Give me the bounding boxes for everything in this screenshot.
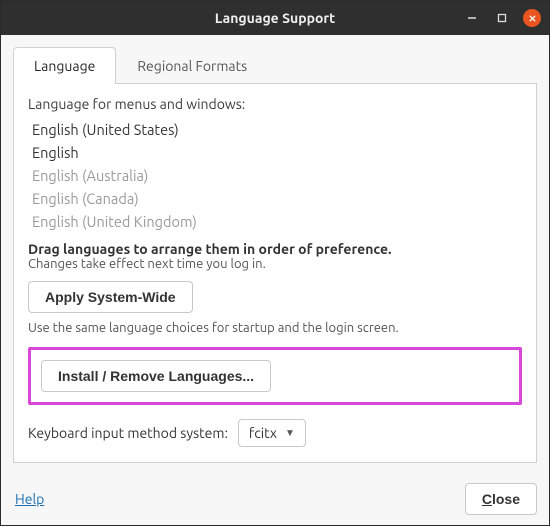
tab-language[interactable]: Language	[13, 47, 116, 84]
tab-bar: Language Regional Formats	[13, 47, 537, 84]
close-dialog-button[interactable]: Close	[465, 483, 537, 515]
help-link[interactable]: Help	[15, 491, 44, 507]
window-title: Language Support	[215, 10, 335, 26]
keyboard-input-row: Keyboard input method system: fcitx ▼	[28, 419, 522, 447]
window: Language Support Language Regional Forma…	[0, 0, 550, 526]
titlebar: Language Support	[1, 1, 549, 35]
list-item[interactable]: English (Australia)	[28, 164, 522, 187]
install-remove-languages-button[interactable]: Install / Remove Languages...	[41, 360, 271, 392]
keyboard-input-label: Keyboard input method system:	[28, 425, 228, 441]
tab-panel-language: Language for menus and windows: English …	[13, 84, 537, 463]
keyboard-input-value: fcitx	[249, 425, 277, 441]
window-controls	[463, 1, 541, 35]
dialog-footer: Help Close	[1, 473, 549, 525]
apply-system-wide-button[interactable]: Apply System-Wide	[28, 281, 193, 313]
drag-hint: Drag languages to arrange them in order …	[28, 241, 522, 257]
login-hint: Changes take effect next time you log in…	[28, 257, 522, 271]
chevron-down-icon: ▼	[285, 427, 295, 439]
language-list[interactable]: English (United States) English English …	[28, 118, 522, 233]
install-remove-highlight: Install / Remove Languages...	[28, 347, 522, 405]
tab-regional-formats[interactable]: Regional Formats	[116, 47, 268, 84]
list-item[interactable]: English (United Kingdom)	[28, 210, 522, 233]
list-item[interactable]: English	[28, 141, 522, 164]
maximize-button[interactable]	[493, 9, 511, 27]
minimize-button[interactable]	[463, 9, 481, 27]
apply-note: Use the same language choices for startu…	[28, 321, 522, 335]
close-button[interactable]	[523, 9, 541, 27]
menus-windows-label: Language for menus and windows:	[28, 96, 522, 112]
keyboard-input-select[interactable]: fcitx ▼	[238, 419, 306, 447]
content-area: Language Regional Formats Language for m…	[1, 35, 549, 473]
list-item[interactable]: English (Canada)	[28, 187, 522, 210]
list-item[interactable]: English (United States)	[28, 118, 522, 141]
